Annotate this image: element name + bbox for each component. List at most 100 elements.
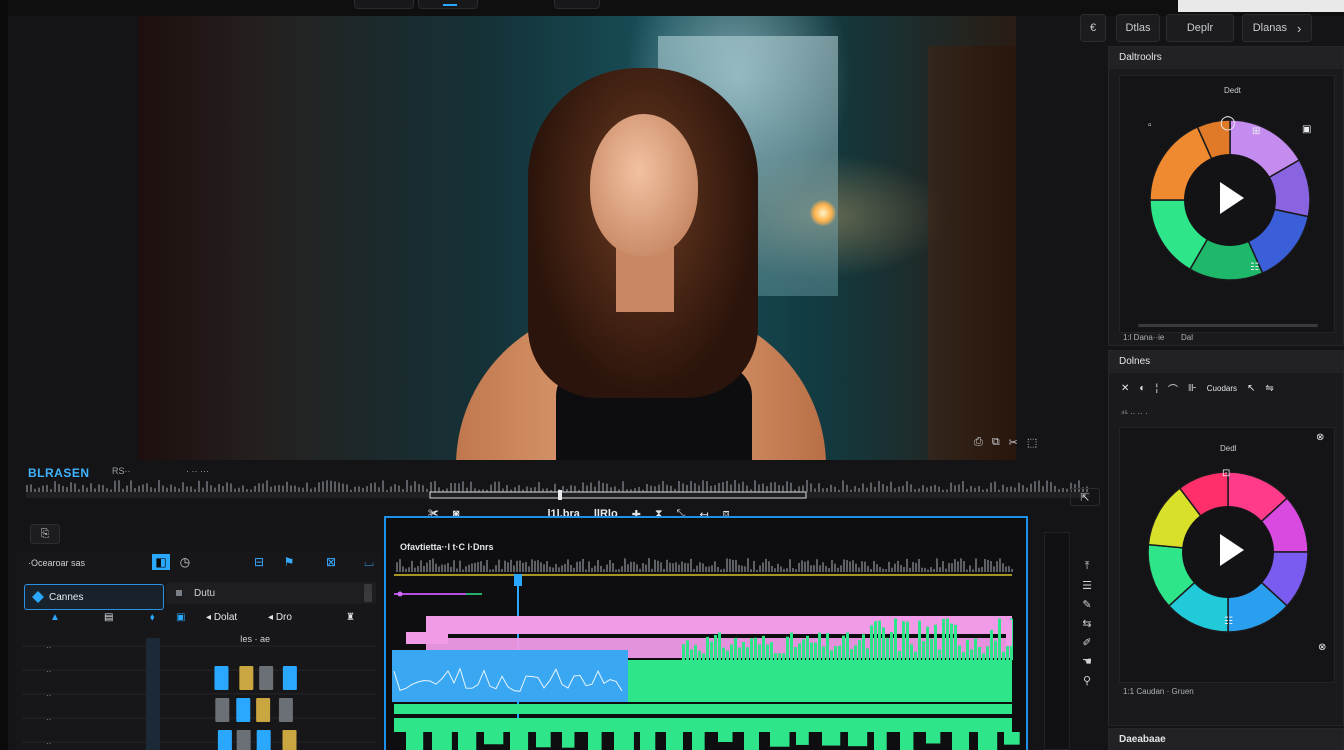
pin-icon[interactable]: ♜ (346, 612, 355, 623)
color-panel-1-footer: 1:l Dana··ie (1123, 333, 1165, 342)
column-1[interactable]: ◂ Dolat (206, 612, 237, 623)
color-panel-2-title: Dolnes (1109, 351, 1343, 373)
top-right-actions: € Dtlas Deplr Dlanas › (1078, 14, 1344, 48)
color-panel-3: Daeabaae (1108, 728, 1344, 750)
timeline-tracks (386, 518, 1026, 750)
doc-icon: ▤ (104, 612, 114, 623)
scrubber-meta-2: · ·· ··· (186, 466, 209, 476)
clip-search-input[interactable]: Dutu (166, 582, 376, 604)
toolbar-tab[interactable] (354, 0, 414, 9)
color-panel-2-sub: ⁴⁵ ·· ·· · (1121, 409, 1148, 418)
svg-text:··: ·· (46, 667, 51, 676)
list-icon-2[interactable]: ☷ (1224, 616, 1233, 627)
frame-icon[interactable]: ⬚ (1027, 436, 1037, 452)
grid-icon-wheel[interactable]: ⊞ (1252, 126, 1260, 137)
divider-icon: ¦ (1155, 383, 1159, 394)
list-icon[interactable]: ⊠ (322, 554, 340, 570)
video-preview[interactable] (138, 16, 1016, 460)
close-icon[interactable]: ✕ (1121, 383, 1129, 394)
color-slider-1[interactable] (1138, 324, 1318, 327)
grid-icon[interactable]: ⊟ (250, 554, 268, 570)
list-icon-wheel[interactable]: ☷ (1250, 262, 1259, 273)
window-chrome-strip (1178, 0, 1344, 12)
media-bin-header: ·Ocearoar sas ◧ ◷ ⊟ ⚑ ⊠ ⌴ (22, 552, 382, 574)
color-panel-1: Daltroolrs Dedt ▫ ▣ ⊞ ☷ ◯ 1:l Dana··ie D… (1108, 46, 1344, 346)
play-icon-2[interactable] (1220, 534, 1244, 566)
marker-icon[interactable]: ▫ (1148, 120, 1152, 131)
ripple-tool-icon[interactable]: ⤒ (1085, 560, 1090, 573)
video-editor-app: € Dtlas Deplr Dlanas › ⎙ ⧉ ✂ ⬚ BLRASEN R… (8, 0, 1344, 750)
copy-icon[interactable]: ⧉ (992, 436, 1000, 452)
chevron-right-icon: › (1296, 20, 1302, 36)
scroll-handle[interactable] (364, 584, 372, 602)
timer-icon[interactable]: ◷ (176, 554, 194, 570)
tag-icon-2: ▣ (176, 612, 186, 623)
circle-icon[interactable]: ◯ (1220, 114, 1236, 131)
back-button[interactable]: € (1080, 14, 1106, 42)
color-panel-1-footer-2: Dal (1181, 333, 1194, 342)
scrubber-waveform (26, 480, 1090, 500)
pencil-tool-icon[interactable]: ✐ (1082, 636, 1091, 649)
action-button-3[interactable]: Dlanas › (1242, 14, 1312, 42)
bin-tab-label: Cannes (49, 591, 84, 603)
column-2-label: Dro (275, 612, 292, 623)
column-1-label: Dolat (213, 612, 238, 623)
color-panel-1-title: Daltroolrs (1109, 47, 1343, 69)
stepper-icon[interactable]: ⇋ (1265, 383, 1273, 394)
contrast-icon[interactable]: ◐ (1139, 383, 1145, 394)
action-button-2[interactable]: Deplr (1166, 14, 1234, 42)
cut-icon[interactable]: ✂ (1009, 436, 1018, 452)
scrubber-expand-button[interactable]: ⇱ (1070, 488, 1100, 506)
flag-icon[interactable]: ⚑ (280, 554, 298, 570)
scrubber-bar[interactable] (26, 478, 1090, 502)
play-icon[interactable] (1220, 182, 1244, 214)
preview-shelf (928, 46, 1016, 460)
close-circle-icon[interactable]: ⊗ (1316, 432, 1324, 443)
tag-icon: ⬧ (150, 612, 155, 623)
preview-subject-face (590, 114, 698, 256)
action-button-1[interactable]: Dtlas (1116, 14, 1160, 42)
toolbar-tab-active[interactable] (418, 0, 478, 9)
slip-tool-icon[interactable]: ⇆ (1082, 617, 1091, 630)
svg-text:··: ·· (46, 715, 51, 724)
preview-lamp (810, 200, 836, 226)
bin-view-icon[interactable]: ◧ (152, 554, 170, 570)
color-wheel-box-2: Dedl ⊡ ☷ ⊗ ⊗ (1119, 427, 1335, 683)
svg-text:··: ·· (46, 691, 51, 700)
hand-tool-icon[interactable]: ☚ (1082, 655, 1092, 668)
timeline-panel[interactable]: Ofavtietta··l t·C l·Dnrs (384, 516, 1028, 750)
action-button-3-label: Dlanas (1252, 22, 1287, 34)
levels-icon[interactable]: ⊪ (1188, 383, 1197, 394)
track-tools: ⤒ ☰ ✎ ⇆ ✐ ☚ ⚲ (1072, 560, 1102, 740)
export-icon[interactable]: ⎙ (974, 436, 983, 452)
preview-overlay-icons: ⎙ ⧉ ✂ ⬚ (974, 436, 1100, 452)
bin-tab-active[interactable]: Cannes (24, 584, 164, 610)
panel-toggle-button[interactable]: ⎘ (30, 524, 60, 544)
warning-icon: ▲ (50, 612, 60, 623)
audio-meter (1044, 532, 1070, 750)
list-tool-icon[interactable]: ☰ (1082, 579, 1092, 592)
marker-icon-2[interactable]: ⊡ (1222, 468, 1230, 479)
column-2[interactable]: ◂ Dro (268, 612, 292, 623)
timeline-title: Ofavtietta··l t·C l·Dnrs (400, 542, 494, 552)
media-bin-title: ·Ocearoar sas (28, 558, 86, 568)
close-circle-icon-2[interactable]: ⊗ (1318, 642, 1326, 653)
svg-text:··: ·· (46, 643, 51, 652)
arrow-icon[interactable]: ↖ (1247, 383, 1255, 394)
square-icon[interactable]: ▣ (1302, 124, 1311, 135)
folder-icon (32, 591, 44, 603)
bin-track-grid: ·· ·· ·· ·· ·· (22, 638, 376, 750)
pen-tool-icon[interactable]: ✎ (1082, 598, 1091, 611)
svg-text:··: ·· (46, 739, 51, 748)
color-wheel-box-1: Dedt ▫ ▣ ⊞ ☷ ◯ (1119, 75, 1335, 333)
color-panel-2: Dolnes ✕ ◐ ¦ ⌒ ⊪ Cuodars ↖ ⇋ ⁴⁵ ·· ·· · … (1108, 350, 1344, 726)
pin-tool-icon[interactable]: ⚲ (1083, 674, 1091, 687)
color-panel-3-title: Daeabaae (1109, 729, 1343, 750)
bin-columns: ▲ ▤ ⬧ ▣ ◂ Dolat ◂ Dro ♜ (46, 612, 376, 628)
curve-icon[interactable]: ⌒ (1168, 381, 1178, 396)
clip-search-label: Dutu (194, 587, 216, 599)
color-panel-2-controls-label: Cuodars (1206, 384, 1238, 393)
basket-icon[interactable]: ⌴ (360, 554, 378, 570)
toolbar-tab[interactable] (554, 0, 600, 9)
scrubber-meta: RS·· (112, 466, 131, 476)
